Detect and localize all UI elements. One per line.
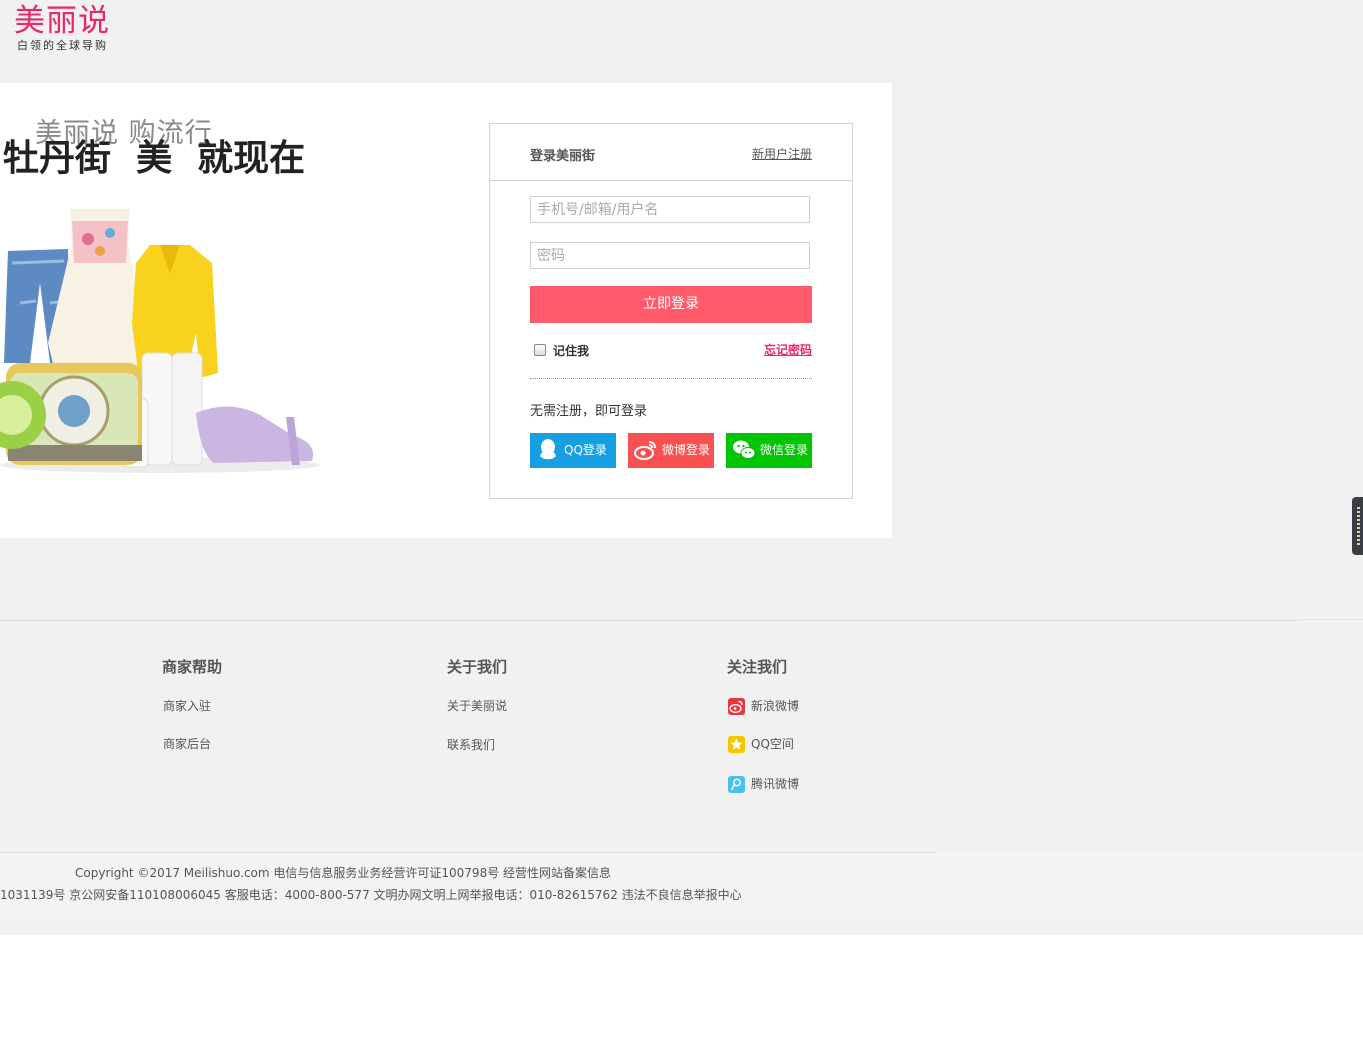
login-divider <box>530 378 812 379</box>
copyright-line-2: 1031139号 京公网安备110108006045 客服电话：4000-800… <box>0 888 742 902</box>
remember-me[interactable]: 记住我 <box>534 342 589 359</box>
qzone-label: QQ空间 <box>751 737 794 751</box>
wechat-login-label: 微信登录 <box>760 443 809 457</box>
side-scroll-handle[interactable] <box>1352 497 1363 555</box>
product-illustration <box>0 209 320 473</box>
weibo-login-button[interactable]: 微博登录 <box>628 433 714 468</box>
login-form: 登录美丽街 新用户注册 立即登录 记住我 忘记密码 无需注册，即可登录 QQ登录… <box>489 123 853 499</box>
logo-tagline: 白领的全球导购 <box>17 39 108 52</box>
password-input[interactable] <box>530 242 810 269</box>
copyright-line-1: Copyright ©2017 Meilishuo.com 电信与信息服务业务经… <box>75 866 612 880</box>
slogan-front: 牡丹街 美 就现在 <box>3 138 306 179</box>
qq-login-button[interactable]: QQ登录 <box>530 433 616 468</box>
qzone-icon <box>728 736 745 753</box>
logo[interactable]: 美丽说 白领的全球导购 <box>14 2 134 58</box>
login-panel: 美丽说 购流行 牡丹街 美 就现在 登录美丽街 新用户注册 手机号/邮箱/用户名… <box>0 83 892 538</box>
tencent-weibo-link[interactable]: 腾讯微博 <box>728 775 799 793</box>
tencent-weibo-icon <box>728 776 745 793</box>
login-button[interactable]: 立即登录 <box>530 286 812 323</box>
login-title: 登录美丽街 <box>530 149 596 164</box>
remember-label: 记住我 <box>553 344 590 358</box>
wechat-icon <box>733 440 756 459</box>
footer-divider-right <box>1297 619 1363 620</box>
merchant-backend-link[interactable]: 商家后台 <box>163 735 211 752</box>
register-link[interactable]: 新用户注册 <box>752 145 812 162</box>
about-us-title: 关于我们 <box>447 658 508 676</box>
scroll-grip <box>1357 507 1360 545</box>
remember-checkbox[interactable] <box>534 344 546 356</box>
tencent-weibo-label: 腾讯微博 <box>751 777 800 791</box>
wechat-login-button[interactable]: 微信登录 <box>726 433 812 468</box>
sina-weibo-icon <box>728 698 745 715</box>
qzone-link[interactable]: QQ空间 <box>728 735 794 753</box>
footer-divider <box>0 620 1297 621</box>
contact-us-link[interactable]: 联系我们 <box>447 736 495 753</box>
weibo-icon <box>634 441 656 460</box>
login-header: 登录美丽街 新用户注册 <box>490 124 852 181</box>
weibo-login-label: 微博登录 <box>662 443 711 457</box>
logo-name: 美丽说 <box>14 3 110 39</box>
follow-us-title: 关注我们 <box>727 658 788 676</box>
sina-weibo-label: 新浪微博 <box>751 699 800 713</box>
sina-weibo-link[interactable]: 新浪微博 <box>728 697 799 715</box>
quick-login-title: 无需注册，即可登录 <box>530 404 648 419</box>
about-meilishuo-link[interactable]: 关于美丽说 <box>447 697 507 714</box>
merchant-join-link[interactable]: 商家入驻 <box>163 697 211 714</box>
qq-icon <box>540 439 556 460</box>
username-input[interactable] <box>530 196 810 223</box>
merchant-help-title: 商家帮助 <box>162 658 223 676</box>
qq-login-label: QQ登录 <box>564 443 607 457</box>
forgot-password-link[interactable]: 忘记密码 <box>764 341 812 358</box>
